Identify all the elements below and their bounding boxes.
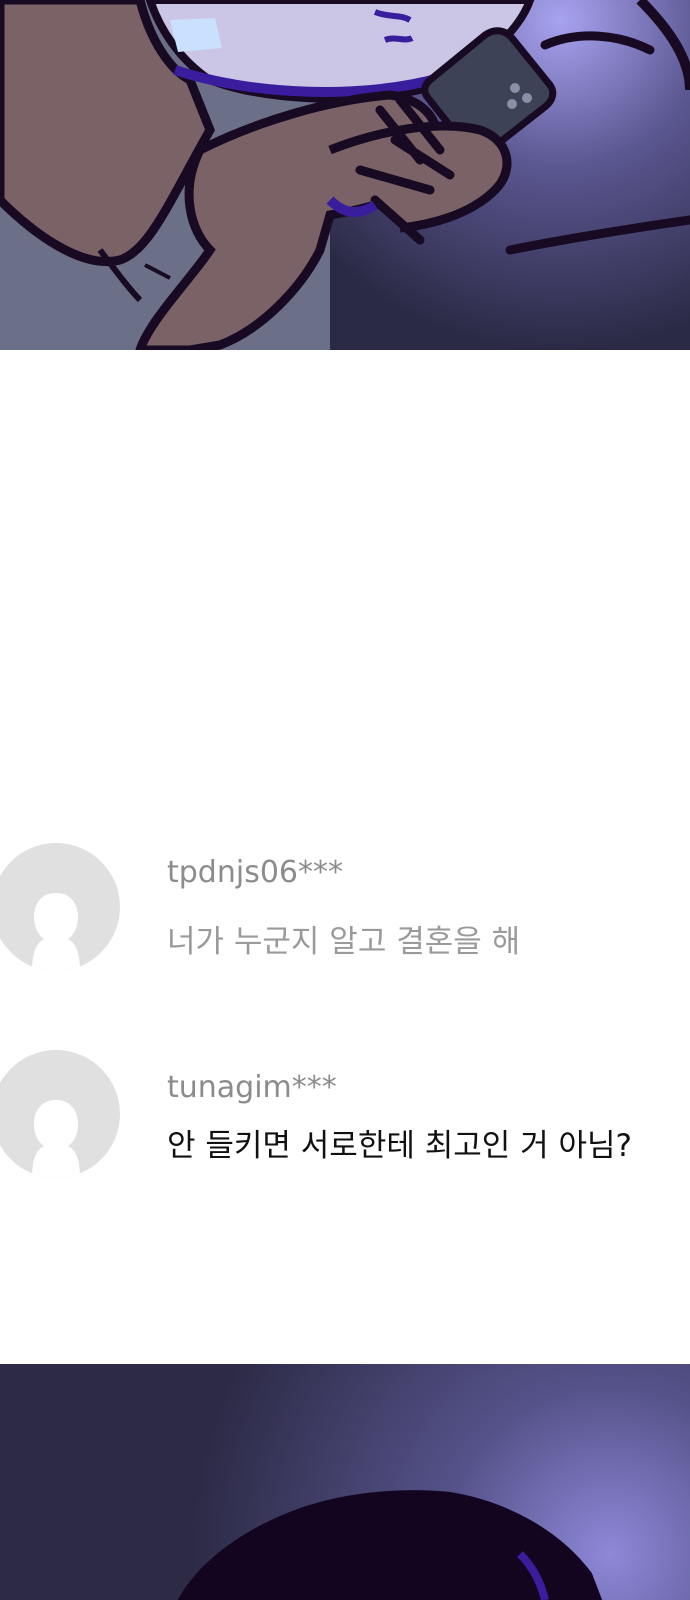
user-silhouette-icon bbox=[32, 893, 80, 971]
comment-item: tunagim*** 안 들키면 서로한테 최고인 거 아님? bbox=[0, 1050, 690, 1180]
comment-username: tunagim*** bbox=[167, 1070, 337, 1105]
user-silhouette-icon bbox=[32, 1100, 80, 1178]
comic-illustration-head bbox=[0, 1364, 690, 1600]
comic-illustration-phone bbox=[0, 0, 690, 350]
avatar-default-user-icon bbox=[0, 843, 120, 971]
comment-item: tpdnjs06*** 너가 누군지 알고 결혼을 해 bbox=[0, 843, 690, 973]
comic-panel-bottom bbox=[0, 1364, 690, 1600]
comic-panel-top bbox=[0, 0, 690, 350]
comment-text: 너가 누군지 알고 결혼을 해 bbox=[167, 924, 521, 960]
comment-username: tpdnjs06*** bbox=[167, 855, 344, 890]
comment-text: 안 들키면 서로한테 최고인 거 아님? bbox=[167, 1128, 633, 1164]
avatar-default-user-icon bbox=[0, 1050, 120, 1178]
